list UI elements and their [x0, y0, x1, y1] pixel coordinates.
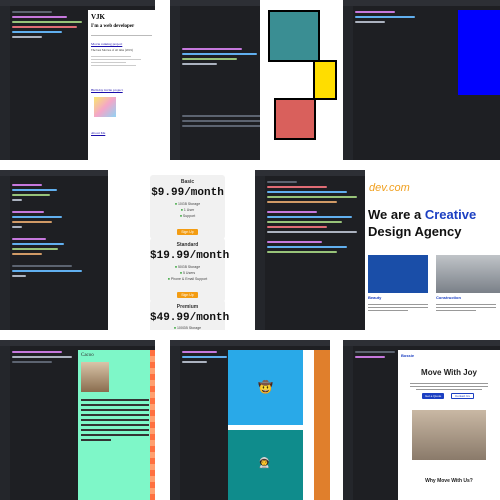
code-area[interactable]	[267, 178, 363, 330]
page-title: VJK	[91, 13, 105, 21]
plan-feature: 10GB Storage	[150, 202, 225, 206]
beauty-card-image	[368, 255, 428, 293]
editor-gutter	[343, 346, 353, 500]
portfolio-preview: VJK I'm a web developer Movie ranking pr…	[88, 10, 155, 160]
hero-text	[410, 381, 488, 392]
movers-photo	[412, 410, 486, 460]
tile-portfolio-editor: VJK I'm a web developer Movie ranking pr…	[0, 0, 155, 160]
hero-suffix: Design Agency	[368, 224, 462, 239]
signup-button[interactable]: Sign Up	[177, 292, 198, 298]
site-logo[interactable]: dev.com	[369, 182, 410, 194]
divider	[91, 35, 152, 36]
plan-feature: 50GB Storage	[150, 265, 225, 269]
teal-box	[268, 10, 320, 62]
editor-tab-bar[interactable]	[343, 340, 500, 346]
orange-bar	[314, 350, 330, 500]
movie-project-subtitle: The best Movies of all time (2019)	[91, 48, 133, 52]
plan-feature: 100GB Storage	[150, 326, 225, 330]
signup-button[interactable]: Sign Up	[177, 229, 198, 235]
editor-tab-bar[interactable]	[0, 340, 155, 346]
plan-price: $49.99/month	[150, 312, 230, 324]
pricing-card-basic: Basic $9.99/month 10GB Storage 1 User Su…	[150, 175, 225, 239]
hero-accent: Creative	[424, 207, 477, 222]
tile-pricing-editor	[0, 170, 108, 330]
hero-heading: We are a Creative Design Agency	[368, 206, 498, 240]
editor-gutter	[0, 346, 10, 500]
plan-name: Premium	[176, 304, 199, 310]
astronaut-emoji: 👨‍🚀	[258, 458, 271, 469]
beauty-card-title: Beauty	[368, 295, 382, 300]
orange-sidebar	[150, 350, 155, 500]
site-logo[interactable]: Bossie	[401, 353, 414, 358]
editor-tab-bar[interactable]	[0, 170, 108, 176]
coral-box	[274, 98, 316, 140]
tile-emoji-editor: 🤠 👨‍🚀	[170, 340, 330, 500]
tile-agency-editor	[255, 170, 365, 330]
yellow-box	[313, 60, 337, 100]
hero-title: Move With Joy	[421, 368, 477, 377]
contact-button[interactable]: Contact Us	[451, 393, 474, 399]
editor-gutter	[0, 176, 10, 330]
tile-css-boxes	[260, 0, 340, 160]
construction-card-image	[436, 255, 500, 293]
editor-gutter	[255, 176, 265, 330]
editor-gutter	[343, 6, 353, 160]
cowboy-emoji: 🤠	[258, 380, 273, 394]
editor-gutter	[0, 6, 10, 160]
editor-tab-bar[interactable]	[255, 170, 365, 176]
editor-tab-bar[interactable]	[343, 0, 500, 6]
editor-tab-bar[interactable]	[0, 0, 155, 6]
page-subtitle: I'm a web developer	[91, 24, 135, 29]
code-area[interactable]	[12, 178, 106, 330]
tile-agency-page: dev.com We are a Creative Design Agency …	[365, 170, 500, 330]
movie-project-link[interactable]: Movie ranking project	[91, 42, 155, 46]
moving-preview: Bossie Move With Joy Get a Quote Contact…	[398, 350, 500, 500]
tile-cacoo-editor: Cacoo	[0, 340, 155, 500]
plan-name: Basic	[180, 179, 195, 185]
plan-name: Standard	[176, 242, 199, 248]
emoji-preview: 🤠 👨‍🚀	[228, 350, 330, 500]
card-text	[368, 302, 428, 313]
tile-blue-preview-editor	[343, 0, 500, 160]
birthday-image	[94, 97, 116, 117]
quote-button[interactable]: Get a Quote	[422, 393, 445, 399]
hero-prefix: We are a	[368, 207, 425, 222]
plan-feature: Support	[150, 214, 225, 218]
cat-image	[81, 362, 109, 392]
blue-preview	[458, 10, 500, 95]
birthday-project-link[interactable]: Birthday invite project	[91, 88, 155, 92]
section-title: Why Move With Us?	[425, 478, 473, 484]
editor-gutter	[170, 6, 180, 160]
pricing-card-premium: Premium $49.99/month 100GB Storage	[150, 300, 230, 330]
plan-feature: 1 User	[150, 208, 225, 212]
pricing-card-standard: Standard $19.99/month 50GB Storage 5 Use…	[150, 238, 230, 302]
plan-feature: 5 Users	[150, 271, 225, 275]
plan-price: $19.99/month	[150, 250, 230, 262]
card-text	[436, 302, 496, 313]
plan-feature: Phone & Email Support	[150, 277, 225, 281]
editor-gutter	[170, 346, 180, 500]
about-me-link[interactable]: About Me	[91, 131, 155, 135]
movie-project-lines	[91, 56, 152, 66]
tile-moving-editor: Bossie Move With Joy Get a Quote Contact…	[343, 340, 500, 500]
plan-price: $9.99/month	[151, 187, 224, 199]
editor-tab-bar[interactable]	[170, 340, 330, 346]
construction-card-title: Construction	[436, 295, 461, 300]
cacoo-text	[81, 396, 149, 444]
cacoo-title: Cacoo	[81, 353, 94, 358]
cacoo-preview: Cacoo	[78, 350, 155, 500]
